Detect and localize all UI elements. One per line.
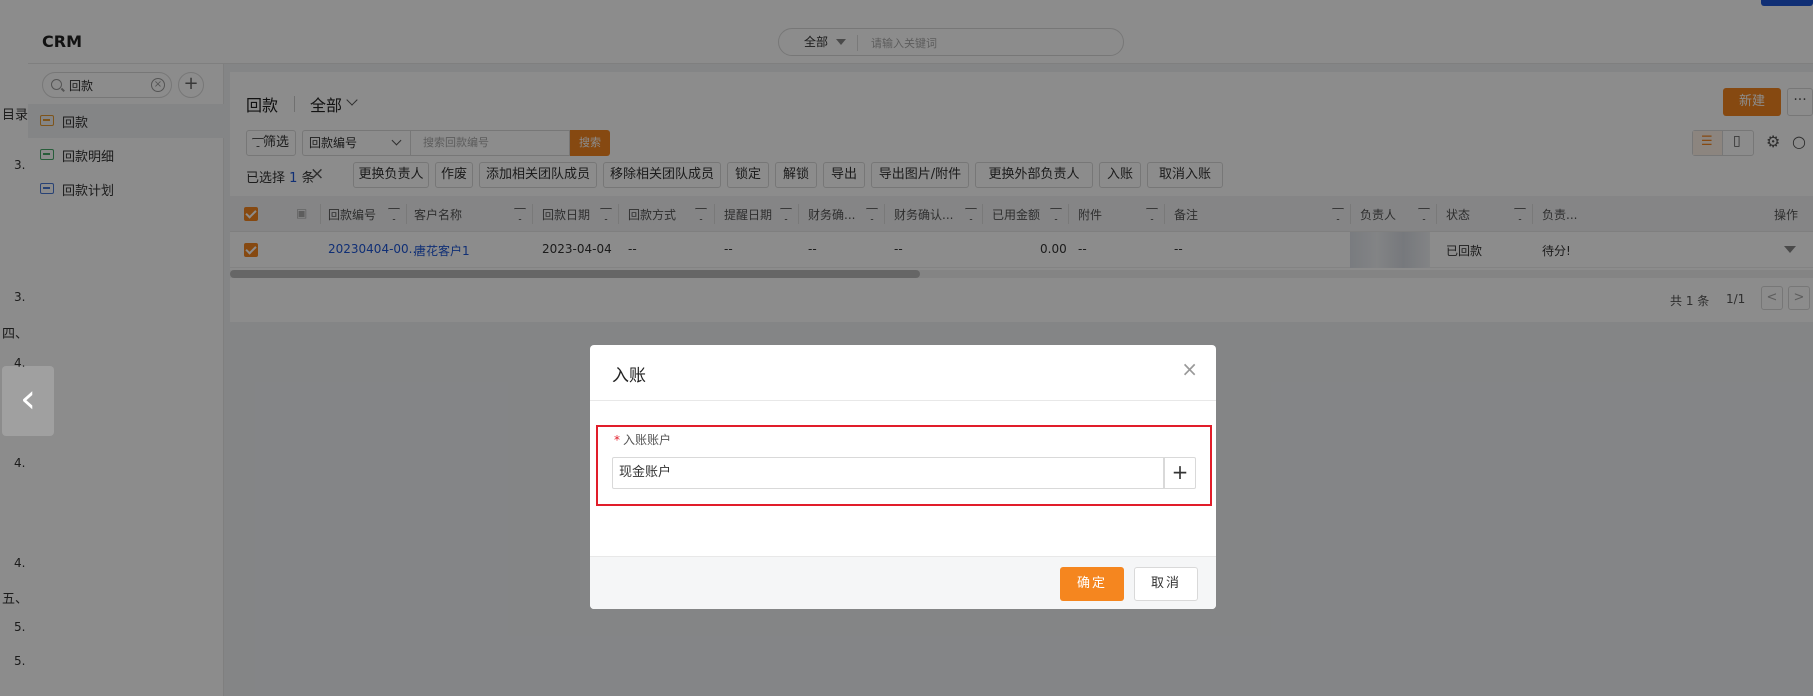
post-entry-dialog: 入账 × * 入账账户 现金账户 + 确定 取消 bbox=[590, 345, 1216, 609]
dialog-footer: 确定 取消 bbox=[590, 556, 1216, 609]
field-label: * 入账账户 bbox=[614, 431, 671, 448]
chevron-left-icon[interactable]: ‹ bbox=[2, 366, 54, 436]
field-label-text: 入账账户 bbox=[623, 433, 672, 447]
required-mark: * bbox=[614, 433, 620, 447]
close-icon[interactable]: × bbox=[1181, 359, 1198, 379]
dialog-title: 入账 bbox=[612, 366, 646, 386]
confirm-button[interactable]: 确定 bbox=[1060, 567, 1124, 601]
cancel-button[interactable]: 取消 bbox=[1134, 567, 1198, 601]
add-account-button[interactable]: + bbox=[1164, 457, 1196, 489]
account-input[interactable]: 现金账户 bbox=[612, 457, 1164, 489]
divider bbox=[590, 400, 1216, 401]
